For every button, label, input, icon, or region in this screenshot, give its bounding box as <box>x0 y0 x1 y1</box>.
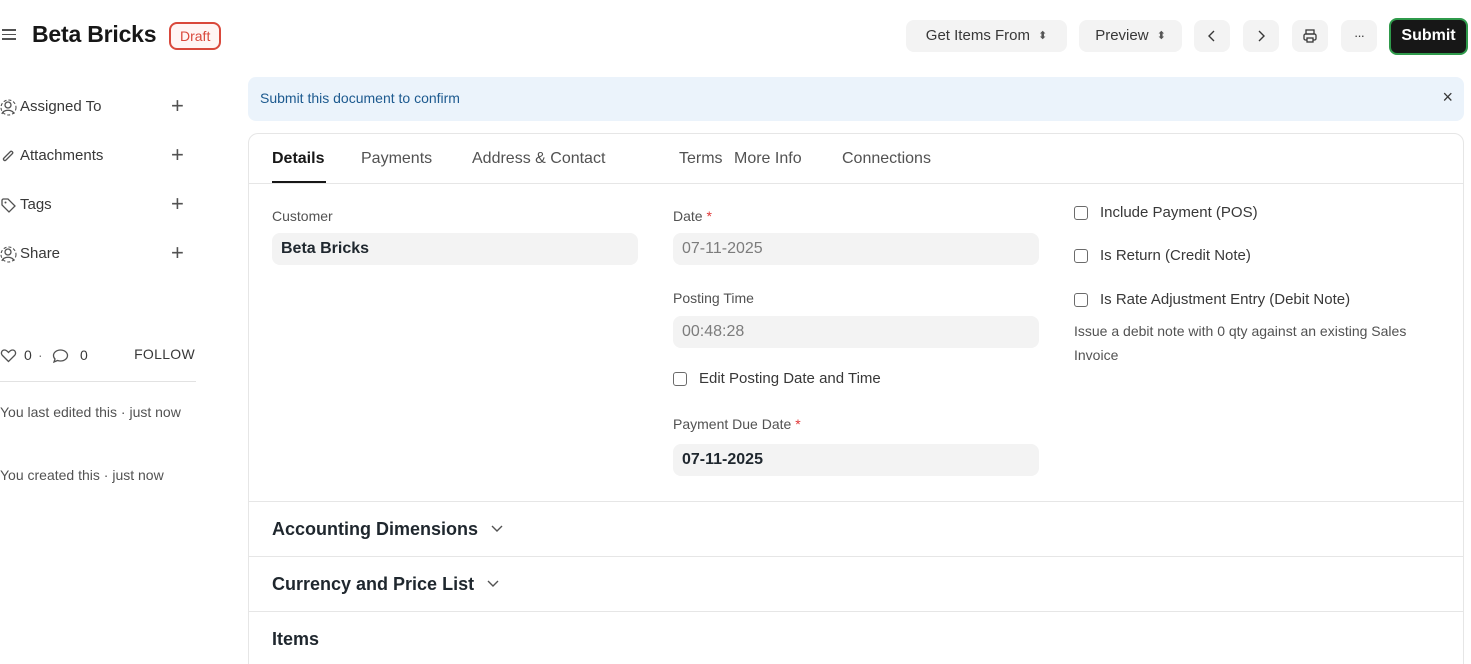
checkbox-box[interactable] <box>1074 293 1088 307</box>
include-payment-checkbox[interactable]: Include Payment (POS) <box>1074 204 1434 224</box>
comment-icon[interactable] <box>52 348 69 364</box>
checkbox-box[interactable] <box>673 372 687 386</box>
activity-last-edited: You last edited this · just now <box>0 404 181 420</box>
paperclip-icon <box>2 150 14 162</box>
section-title: Accounting Dimensions <box>272 519 504 540</box>
submit-alert: Submit this document to confirm × <box>248 77 1464 121</box>
tab-payments[interactable]: Payments <box>361 150 432 168</box>
status-badge: Draft <box>169 22 222 50</box>
likes-comments-row: 0 · 0 FOLLOW <box>0 345 196 367</box>
preview-button[interactable]: Preview ⬍ <box>1079 20 1182 52</box>
sidebar-item-tags[interactable]: Tags + <box>0 193 196 218</box>
form-tabs: Details Payments Address & Contact Terms… <box>249 134 1463 184</box>
comments-count: 0 <box>80 347 88 363</box>
get-items-from-button[interactable]: Get Items From ⬍ <box>906 20 1067 52</box>
follow-button[interactable]: FOLLOW <box>134 346 195 362</box>
sidebar-item-attachments[interactable]: Attachments + <box>0 144 196 169</box>
posting-time-field[interactable]: 00:48:28 <box>673 316 1039 348</box>
section-accounting-dimensions[interactable]: Accounting Dimensions <box>249 501 1463 556</box>
payment-due-date-label-text: Payment Due Date <box>673 416 792 432</box>
get-items-from-label: Get Items From <box>925 27 1030 44</box>
rate-adjustment-help: Issue a debit note with 0 qty against an… <box>1074 323 1407 363</box>
next-record-button[interactable] <box>1243 20 1279 52</box>
tab-details[interactable]: Details <box>272 150 324 168</box>
previous-record-button[interactable] <box>1194 20 1230 52</box>
ellipsis-icon: ··· <box>1354 28 1365 43</box>
checkbox-label: Edit Posting Date and Time <box>699 370 881 387</box>
alert-message: Submit this document to confirm <box>260 90 460 106</box>
customer-field[interactable]: Beta Bricks <box>272 233 638 265</box>
section-title-text: Accounting Dimensions <box>272 519 479 539</box>
submit-button[interactable]: Submit <box>1389 18 1468 55</box>
active-tab-indicator <box>272 181 326 183</box>
sidebar-item-label: Attachments <box>20 147 104 164</box>
user-add-icon <box>0 99 17 116</box>
likes-count: 0 <box>24 347 32 363</box>
chevron-down-icon <box>487 580 499 587</box>
separator-dot: · <box>38 347 43 363</box>
chevron-left-icon <box>1208 30 1215 42</box>
menu-icon[interactable] <box>0 26 18 44</box>
chevron-right-icon <box>1258 30 1265 42</box>
tab-address-contact[interactable]: Address & Contact <box>472 150 605 168</box>
sort-caret-icon: ⬍ <box>1037 30 1048 42</box>
checkbox-label: Is Rate Adjustment Entry (Debit Note) <box>1100 291 1351 308</box>
sidebar-item-label: Assigned To <box>20 98 102 115</box>
checkbox-box[interactable] <box>1074 249 1088 263</box>
required-mark: * <box>706 208 712 224</box>
section-items: Items <box>249 611 1463 664</box>
payment-due-date-label: Payment Due Date * <box>673 416 801 432</box>
print-button[interactable] <box>1292 20 1328 52</box>
section-currency-price-list[interactable]: Currency and Price List <box>249 556 1463 611</box>
page-title: Beta Bricks <box>32 21 157 47</box>
checkbox-box[interactable] <box>1074 206 1088 220</box>
sidebar-item-label: Tags <box>20 196 52 213</box>
sidebar-item-share[interactable]: Share + <box>0 242 196 267</box>
heart-icon[interactable] <box>0 348 17 363</box>
payment-due-date-field[interactable]: 07-11-2025 <box>673 444 1039 476</box>
customer-label: Customer <box>272 208 333 224</box>
section-title: Items <box>272 629 320 649</box>
rate-adjustment-checkbox[interactable]: Is Rate Adjustment Entry (Debit Note) <box>1074 291 1434 311</box>
activity-created: You created this · just now <box>0 467 164 483</box>
tab-connections[interactable]: Connections <box>842 150 931 168</box>
more-actions-button[interactable]: ··· <box>1341 20 1377 52</box>
page-header: Beta Bricks Draft Get Items From ⬍ Previe… <box>0 0 1471 72</box>
plus-icon[interactable]: + <box>171 242 184 264</box>
preview-label: Preview <box>1095 27 1149 44</box>
checkbox-label: Include Payment (POS) <box>1100 204 1258 221</box>
date-label-text: Date <box>673 208 703 224</box>
tab-terms[interactable]: Terms <box>679 150 723 168</box>
share-user-icon <box>0 246 17 263</box>
edit-posting-checkbox[interactable]: Edit Posting Date and Time <box>673 370 973 390</box>
sort-caret-icon: ⬍ <box>1156 30 1166 42</box>
sidebar-item-assigned-to[interactable]: Assigned To + <box>0 95 196 120</box>
chevron-down-icon <box>491 525 503 532</box>
plus-icon[interactable]: + <box>171 144 184 166</box>
date-field[interactable]: 07-11-2025 <box>673 233 1039 265</box>
date-label: Date * <box>673 208 712 224</box>
sidebar-item-label: Share <box>20 245 61 262</box>
tag-icon <box>1 198 16 213</box>
posting-time-label: Posting Time <box>673 290 754 306</box>
section-title-text: Currency and Price List <box>272 574 475 594</box>
tab-more-info[interactable]: More Info <box>734 150 802 168</box>
form-card: Details Payments Address & Contact Terms… <box>248 133 1464 664</box>
plus-icon[interactable]: + <box>171 95 184 117</box>
checkbox-label: Is Return (Credit Note) <box>1100 247 1251 264</box>
close-icon[interactable]: × <box>1442 87 1453 108</box>
sidebar-divider <box>0 381 196 382</box>
plus-icon[interactable]: + <box>171 193 184 215</box>
printer-icon <box>1303 29 1317 43</box>
section-title: Currency and Price List <box>272 574 500 595</box>
required-mark: * <box>795 416 801 432</box>
is-return-checkbox[interactable]: Is Return (Credit Note) <box>1074 247 1434 267</box>
